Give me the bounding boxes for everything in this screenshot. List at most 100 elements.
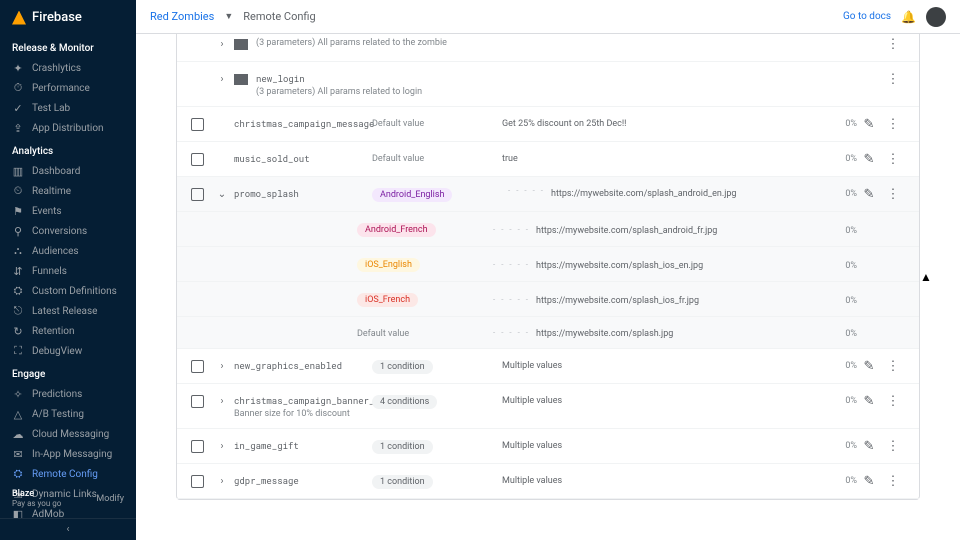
param-row[interactable]: christmas_campaign_messageDefault valueG… <box>177 107 919 142</box>
sidebar-item-custom-definitions[interactable]: ⛭Custom Definitions <box>0 281 136 301</box>
sidebar-item-a-b-testing[interactable]: △A/B Testing <box>0 404 136 424</box>
chevron-right-icon[interactable]: › <box>216 476 228 487</box>
param-row[interactable]: ›new_graphics_enabled1 conditionMultiple… <box>177 349 919 384</box>
params-table: › (3 parameters) All params related to t… <box>176 34 920 500</box>
edit-icon[interactable]: ✎ <box>857 393 881 409</box>
condition-row: iOS_English- - - - -https://mywebsite.co… <box>177 247 919 282</box>
edit-icon[interactable]: ✎ <box>857 151 881 167</box>
sidebar-item-in-app-messaging[interactable]: ✉In-App Messaging <box>0 444 136 464</box>
avatar[interactable] <box>926 7 946 27</box>
custom-definitions-icon: ⛭ <box>12 285 24 297</box>
param-row[interactable]: music_sold_outDefault valuetrue0%✎⋮ <box>177 142 919 177</box>
section-release: Release & Monitor <box>0 35 136 58</box>
sidebar-item-performance[interactable]: ⏱Performance <box>0 78 136 98</box>
group-row[interactable]: › new_login (3 parameters) All params re… <box>177 62 919 107</box>
sidebar-item-retention[interactable]: ↻Retention <box>0 321 136 341</box>
edit-icon[interactable]: ✎ <box>857 438 881 454</box>
chevron-right-icon[interactable]: › <box>216 39 228 50</box>
sidebar-item-funnels[interactable]: ⇵Funnels <box>0 261 136 281</box>
project-dropdown[interactable]: Red Zombies <box>150 10 214 23</box>
retention-icon: ↻ <box>12 325 24 337</box>
fetch-pct: 0% <box>817 393 857 406</box>
edit-icon[interactable]: ✎ <box>857 358 881 374</box>
condition-row: iOS_French- - - - -https://mywebsite.com… <box>177 282 919 317</box>
topbar: Red Zombies ▼ Remote Config Go to docs 🔔 <box>136 0 960 34</box>
condition-chip: Android_English <box>372 188 452 202</box>
checkbox[interactable] <box>191 188 204 201</box>
param-row[interactable]: ›christmas_campaign_banner_sizeBanner si… <box>177 384 919 429</box>
notifications-icon[interactable]: 🔔 <box>901 10 916 24</box>
edit-icon[interactable]: ✎ <box>857 473 881 489</box>
param-value: true <box>502 151 817 164</box>
chevron-right-icon[interactable]: › <box>216 441 228 452</box>
plan-name: Blaze <box>12 489 61 499</box>
sidebar-item-app-distribution[interactable]: ⇪App Distribution <box>0 118 136 138</box>
conversions-icon: ⚲ <box>12 225 24 237</box>
sidebar-item-test-lab[interactable]: ✓Test Lab <box>0 98 136 118</box>
checkbox[interactable] <box>191 360 204 373</box>
test-lab-icon: ✓ <box>12 102 24 114</box>
fetch-pct: 0% <box>817 438 857 451</box>
more-icon[interactable]: ⋮ <box>881 151 905 167</box>
latest-release-icon: ⎋ <box>12 305 24 317</box>
param-value: Multiple values <box>502 473 817 486</box>
sidebar-item-dashboard[interactable]: ▥Dashboard <box>0 161 136 181</box>
param-row[interactable]: ›in_game_gift1 conditionMultiple values0… <box>177 429 919 464</box>
predictions-icon: ✧ <box>12 388 24 400</box>
chevron-right-icon[interactable]: › <box>216 361 228 372</box>
sidebar: Firebase Release & Monitor ✦Crashlytics⏱… <box>0 0 136 540</box>
more-icon[interactable]: ⋮ <box>881 358 905 374</box>
brand[interactable]: Firebase <box>0 0 136 35</box>
sidebar-item-audiences[interactable]: ⛬Audiences <box>0 241 136 261</box>
chevron-down-icon[interactable]: ⌄ <box>216 189 228 200</box>
sidebar-item-latest-release[interactable]: ⎋Latest Release <box>0 301 136 321</box>
condition-chip: iOS_French <box>357 293 418 307</box>
sidebar-item-debugview[interactable]: ⛶DebugView <box>0 341 136 361</box>
more-icon[interactable]: ⋮ <box>881 71 905 87</box>
more-icon[interactable]: ⋮ <box>881 438 905 454</box>
chevron-right-icon[interactable]: › <box>216 396 228 407</box>
cloud-messaging-icon: ☁ <box>12 428 24 440</box>
performance-icon: ⏱ <box>12 82 24 94</box>
fetch-pct: 0% <box>817 151 857 164</box>
more-icon[interactable]: ⋮ <box>881 473 905 489</box>
remote-config-icon: ⛭ <box>12 468 24 480</box>
param-row[interactable]: ›gdpr_message1 conditionMultiple values0… <box>177 464 919 499</box>
debugview-icon: ⛶ <box>12 345 24 357</box>
docs-link[interactable]: Go to docs <box>843 11 891 22</box>
param-name: gdpr_message <box>234 473 372 487</box>
more-icon[interactable]: ⋮ <box>881 116 905 132</box>
edit-icon[interactable]: ✎ <box>857 186 881 202</box>
plan-modify[interactable]: Modify <box>96 494 124 504</box>
firebase-icon <box>12 11 26 25</box>
sidebar-item-cloud-messaging[interactable]: ☁Cloud Messaging <box>0 424 136 444</box>
checkbox[interactable] <box>191 118 204 131</box>
sidebar-item-predictions[interactable]: ✧Predictions <box>0 384 136 404</box>
sidebar-item-realtime[interactable]: ⏲Realtime <box>0 181 136 201</box>
dashboard-icon: ▥ <box>12 165 24 177</box>
condition: 4 conditions <box>372 393 502 409</box>
sidebar-item-events[interactable]: ⚑Events <box>0 201 136 221</box>
param-row-expanded[interactable]: ⌄promo_splashAndroid_English- - - - -htt… <box>177 177 919 212</box>
sidebar-item-remote-config[interactable]: ⛭Remote Config <box>0 464 136 484</box>
plan-box: Blaze Pay as you go Modify <box>0 483 136 514</box>
more-icon[interactable]: ⋮ <box>881 393 905 409</box>
param-value: Multiple values <box>502 358 817 371</box>
checkbox[interactable] <box>191 475 204 488</box>
brand-title: Firebase <box>32 10 82 25</box>
checkbox[interactable] <box>191 153 204 166</box>
collapse-sidebar[interactable]: ‹ <box>0 518 136 540</box>
sidebar-item-crashlytics[interactable]: ✦Crashlytics <box>0 58 136 78</box>
more-icon[interactable]: ⋮ <box>881 36 905 52</box>
sidebar-item-conversions[interactable]: ⚲Conversions <box>0 221 136 241</box>
group-row[interactable]: › (3 parameters) All params related to t… <box>177 34 919 62</box>
checkbox[interactable] <box>191 440 204 453</box>
more-icon[interactable]: ⋮ <box>881 186 905 202</box>
edit-icon[interactable]: ✎ <box>857 116 881 132</box>
content-scroll[interactable]: › (3 parameters) All params related to t… <box>136 34 960 540</box>
param-name: christmas_campaign_message <box>234 116 372 130</box>
chevron-down-icon[interactable]: ▼ <box>224 11 233 22</box>
condition-chip: iOS_English <box>357 258 420 272</box>
checkbox[interactable] <box>191 395 204 408</box>
chevron-right-icon[interactable]: › <box>216 74 228 85</box>
